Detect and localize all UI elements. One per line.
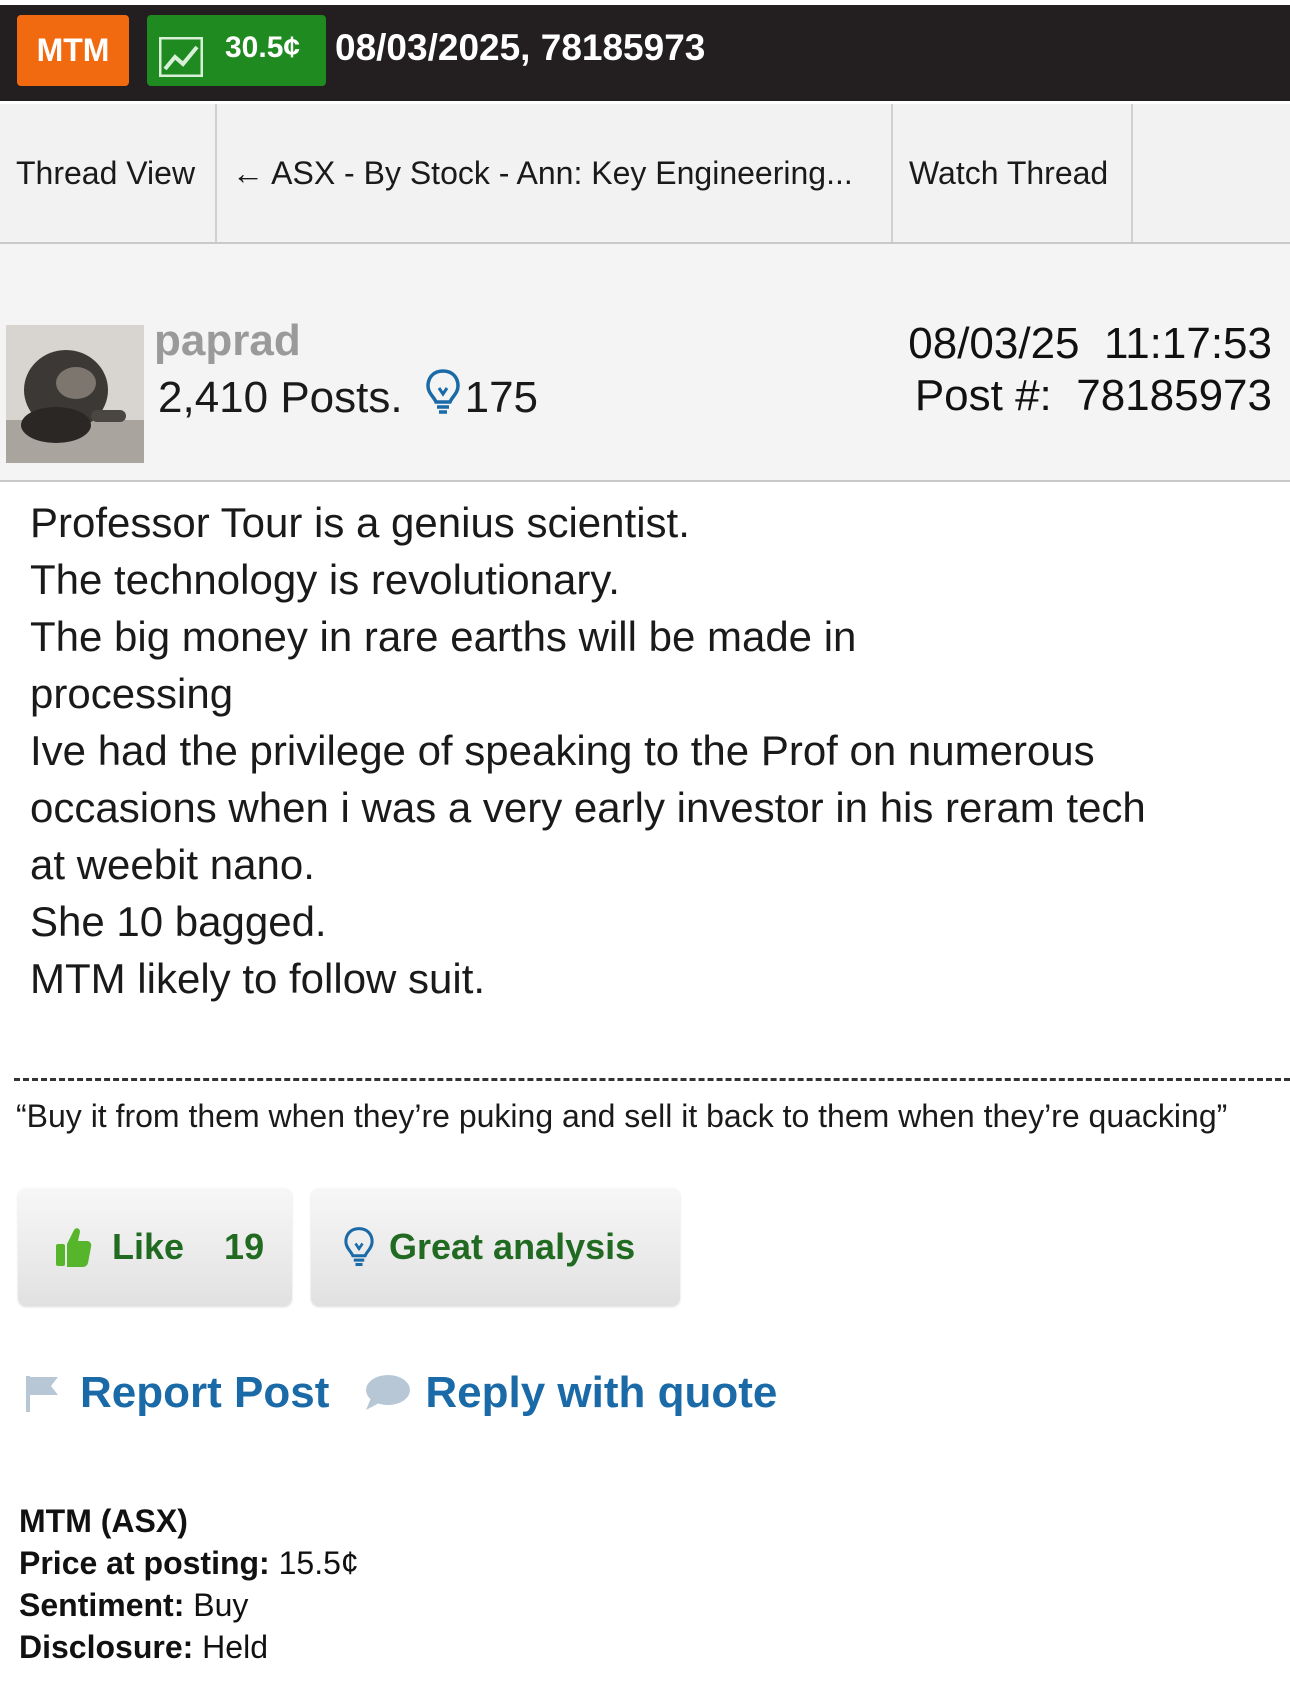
price-at-posting-label: Price at posting: (19, 1545, 270, 1581)
post-number[interactable]: 78185973 (1076, 371, 1272, 420)
price-at-posting-value: 15.5¢ (278, 1545, 359, 1581)
report-post-link[interactable]: Report Post (80, 1368, 329, 1418)
tab-bar: Thread View ← ASX - By Stock - Ann: Key … (0, 104, 1290, 244)
post-stock-info: MTM (ASX) Price at posting: 15.5¢ Sentim… (19, 1500, 359, 1668)
post-author[interactable]: paprad (154, 316, 301, 366)
lightbulb-icon (425, 368, 461, 427)
like-button[interactable]: Like 19 (18, 1188, 292, 1306)
tab-back-to-thread[interactable]: ← ASX - By Stock - Ann: Key Engineering.… (217, 104, 893, 242)
reply-with-quote-link[interactable]: Reply with quote (425, 1368, 777, 1418)
post-body: Professor Tour is a genius scientist. Th… (30, 494, 1270, 1007)
post-time: 11:17:53 (1103, 319, 1272, 368)
post-date: 08/03/25 (908, 319, 1080, 368)
flag-icon (24, 1372, 62, 1414)
post-count: 2,410 Posts. (158, 372, 403, 422)
price-badge[interactable]: 30.5¢ (147, 15, 326, 86)
like-label: Like (112, 1226, 185, 1267)
post-line: MTM likely to follow suit. (30, 955, 486, 1002)
signature: “Buy it from them when they’re puking an… (16, 1098, 1228, 1134)
post-actions: Report Post Reply with quote (24, 1368, 777, 1418)
lightbulb-icon (343, 1226, 375, 1268)
tab-watch-thread[interactable]: Watch Thread (893, 104, 1133, 242)
topbar-date-post-id: 08/03/2025, 78185973 (335, 27, 706, 68)
post-header: paprad 2,410 Posts. 175 08/03/25 11:17:5… (0, 244, 1290, 482)
great-analysis-label: Great analysis (389, 1226, 636, 1267)
disclosure-label: Disclosure: (19, 1629, 194, 1665)
sentiment-value: Buy (193, 1587, 249, 1623)
signature-divider (14, 1078, 1290, 1081)
post-timestamp: 08/03/25 11:17:53 Post #: 78185973 (908, 318, 1272, 422)
sentiment-label: Sentiment: (19, 1587, 185, 1623)
top-bar: MTM 30.5¢ 08/03/2025, 78185973 (0, 5, 1290, 101)
ticker-badge[interactable]: MTM (17, 15, 129, 86)
post-line: occasions when i was a very early invest… (30, 784, 1146, 831)
tab-thread-view[interactable]: Thread View (0, 104, 217, 242)
post-line: The big money in rare earths will be mad… (30, 613, 857, 660)
thumbs-up-icon (54, 1226, 92, 1268)
avatar[interactable] (6, 325, 144, 463)
post-line: Ive had the privilege of speaking to the… (30, 727, 1095, 774)
post-line: Professor Tour is a genius scientist. (30, 499, 690, 546)
lightbulb-count: 175 (464, 372, 539, 422)
author-stats: 2,410 Posts. 175 (158, 368, 538, 427)
post-line: She 10 bagged. (30, 898, 327, 945)
current-price: 30.5¢ (225, 31, 301, 64)
post-line: The technology is revolutionary. (30, 556, 620, 603)
disclosure-value: Held (202, 1629, 268, 1665)
post-line: at weebit nano. (30, 841, 315, 888)
great-analysis-button[interactable]: Great analysis (311, 1188, 680, 1306)
speech-bubble-icon (363, 1373, 411, 1413)
post-number-label: Post #: (914, 371, 1052, 420)
like-count: 19 (224, 1226, 265, 1267)
stock-code[interactable]: MTM (ASX) (19, 1503, 188, 1539)
post-line: processing (30, 670, 234, 717)
chart-icon (158, 36, 204, 82)
